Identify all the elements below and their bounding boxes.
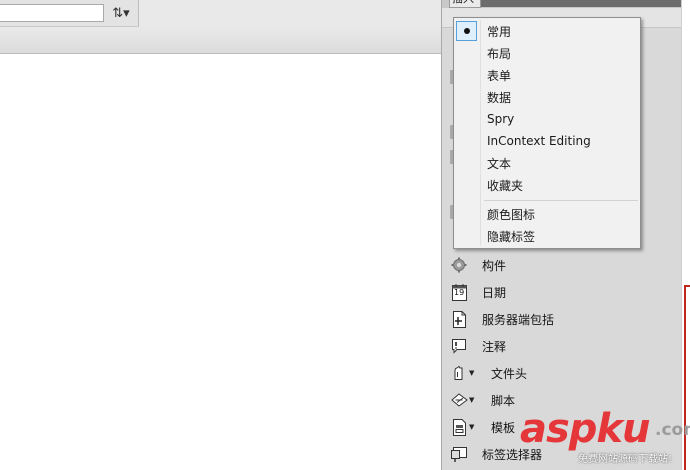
toolbar-background [139, 0, 441, 27]
calendar-icon: 19 [448, 283, 470, 301]
calendar-icon-number: 19 [454, 288, 465, 297]
insert-item-date[interactable]: 19 日期 [448, 281, 638, 303]
sort-ascending-icon[interactable]: ⇅▾ [109, 4, 133, 22]
tag-chooser-icon [448, 445, 470, 463]
insert-item-server-include[interactable]: 服务器端包括 [448, 308, 638, 330]
insert-item-label: 文件头 [491, 366, 528, 381]
menu-item-label: 布局 [487, 46, 512, 61]
document-toolbar: ⇅▾ [0, 0, 139, 27]
insert-item-head[interactable]: ▼ 文件头 [448, 362, 638, 384]
menu-item-label: 收藏夹 [487, 178, 524, 193]
document-tab-strip [0, 27, 441, 54]
comment-icon [448, 337, 470, 355]
check-bullet-icon [456, 21, 477, 41]
chevron-down-icon[interactable]: ▼ [469, 369, 479, 377]
insert-item-label: 日期 [482, 285, 507, 300]
menu-item-spry[interactable]: Spry [454, 108, 640, 130]
chevron-down-icon[interactable]: ▼ [469, 396, 479, 404]
menu-item-label: 数据 [487, 90, 512, 105]
menu-item-label: 常用 [487, 24, 512, 39]
menu-item-common[interactable]: 常用 [454, 20, 640, 42]
chevron-down-icon[interactable]: ▼ [469, 423, 479, 431]
menu-item-label: InContext Editing [487, 134, 591, 148]
menu-item-data[interactable]: 数据 [454, 86, 640, 108]
menu-item-label: 表单 [487, 68, 512, 83]
gear-icon [448, 256, 470, 274]
menu-item-label: 颜色图标 [487, 207, 536, 222]
menu-separator [484, 200, 638, 201]
menu-item-favorites[interactable]: 收藏夹 [454, 174, 640, 196]
panel-tabbar: 插入 [442, 0, 682, 8]
document-head-icon [448, 364, 470, 382]
menu-item-label: Spry [487, 112, 515, 126]
watermark: aspku .com 免费网站源码下载站! [518, 406, 690, 470]
template-icon [448, 418, 470, 436]
menu-item-color-icons[interactable]: 颜色图标 [454, 203, 640, 225]
insert-item-widget[interactable]: 构件 [448, 254, 638, 276]
watermark-logo: aspku [520, 406, 651, 452]
title-input[interactable] [0, 4, 104, 22]
insert-item-label: 服务器端包括 [482, 312, 555, 327]
menu-item-incontext-editing[interactable]: InContext Editing [454, 130, 640, 152]
menu-item-label: 文本 [487, 156, 512, 171]
menu-item-layout[interactable]: 布局 [454, 42, 640, 64]
menu-item-label: 隐藏标签 [487, 229, 536, 244]
script-icon [448, 391, 470, 409]
tab-insert[interactable]: 插入 [449, 0, 481, 8]
insert-item-label: 构件 [482, 258, 507, 273]
insert-item-comment[interactable]: 注释 [448, 335, 638, 357]
design-canvas[interactable] [0, 54, 441, 470]
menu-item-forms[interactable]: 表单 [454, 64, 640, 86]
watermark-suffix: .com [655, 420, 690, 440]
insert-item-label: 注释 [482, 339, 507, 354]
server-include-icon [448, 310, 470, 328]
category-menu[interactable]: 常用 布局 表单 数据 Spry InContext Editing 文本 收藏… [453, 17, 641, 249]
menu-item-text[interactable]: 文本 [454, 152, 640, 174]
menu-item-hide-labels[interactable]: 隐藏标签 [454, 225, 640, 247]
insert-item-label: 脚本 [491, 393, 516, 408]
watermark-subtitle: 免费网站源码下载站! [578, 454, 673, 465]
panel-tabbar-fill [481, 0, 682, 7]
insert-item-label: 模板 [491, 420, 516, 435]
